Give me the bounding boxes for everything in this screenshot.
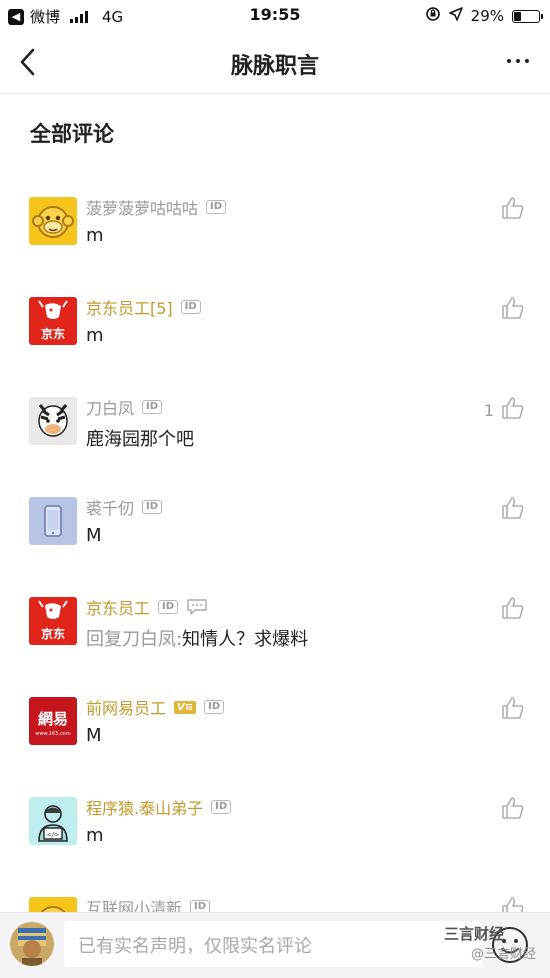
battery-percent: 29% bbox=[470, 7, 504, 25]
more-dot-icon bbox=[516, 59, 520, 63]
watermark-handle: @三言财经 bbox=[470, 947, 536, 962]
zebra-avatar[interactable] bbox=[29, 397, 77, 445]
comment-text: m bbox=[86, 225, 104, 246]
like-count: 1 bbox=[483, 400, 494, 420]
like-button[interactable] bbox=[500, 295, 526, 325]
comment-author[interactable]: 裘千仞 bbox=[86, 495, 134, 519]
comment-item[interactable]: </> 程序猿.泰山弟子 ID m bbox=[0, 780, 550, 880]
comment-header: 刀白凤 ID bbox=[86, 395, 163, 419]
rotation-lock-icon bbox=[425, 6, 441, 26]
jd-avatar[interactable]: 京东 bbox=[29, 297, 77, 345]
comment-list: 菠萝菠萝咕咕咕 ID m 京东 京东员工[5] ID m 刀白凤 ID 鹿海园那个吧 1 裘千仞 ID M… bbox=[0, 180, 550, 978]
comment-author[interactable]: 京东员工 bbox=[86, 595, 150, 619]
comment-body: 知情人？求爆料 bbox=[182, 629, 309, 650]
comment-input[interactable]: 已有实名声明，仅限实名评论 bbox=[64, 921, 482, 967]
comment-header: 裘千仞 ID bbox=[86, 495, 163, 519]
comment-header: 菠萝菠萝咕咕咕 ID bbox=[86, 195, 227, 219]
comment-author[interactable]: 京东员工[5] bbox=[86, 295, 173, 319]
svg-text:京东: 京东 bbox=[41, 326, 65, 341]
status-right: 29% bbox=[425, 6, 543, 26]
netease-avatar[interactable]: 網易 www.163.com bbox=[29, 697, 77, 745]
comment-body: M bbox=[86, 525, 102, 546]
more-dot-icon bbox=[507, 59, 511, 63]
monkey-avatar[interactable] bbox=[29, 197, 77, 245]
comment-body: 鹿海园那个吧 bbox=[86, 429, 194, 450]
svg-text:網易: 網易 bbox=[38, 710, 68, 728]
coder-avatar[interactable]: </> bbox=[29, 797, 77, 845]
bottom-bar: 已有实名声明，仅限实名评论 三言财经 @三言财经 bbox=[0, 912, 550, 978]
reply-prefix[interactable]: 回复刀白凤: bbox=[86, 629, 182, 650]
thumbs-up-icon bbox=[500, 695, 526, 725]
comment-item[interactable]: 京东 京东员工[5] ID m bbox=[0, 280, 550, 380]
comment-body: m bbox=[86, 325, 104, 346]
comment-text: M bbox=[86, 525, 102, 546]
comment-text: m bbox=[86, 825, 104, 846]
section-title: 全部评论 bbox=[30, 122, 114, 146]
comment-item[interactable]: 京东 京东员工 ID 回复刀白凤:知情人？求爆料 bbox=[0, 580, 550, 680]
comment-item[interactable]: 網易 www.163.com 前网易员工 V≡ ID M bbox=[0, 680, 550, 780]
comment-item[interactable]: 菠萝菠萝咕咕咕 ID m bbox=[0, 180, 550, 280]
watermark-brand: 三言财经 bbox=[443, 925, 504, 943]
comment-item[interactable]: 刀白凤 ID 鹿海园那个吧 1 bbox=[0, 380, 550, 480]
id-badge: ID bbox=[158, 600, 179, 614]
like-button[interactable] bbox=[500, 495, 526, 525]
comment-author[interactable]: 菠萝菠萝咕咕咕 bbox=[86, 195, 198, 219]
comment-text: M bbox=[86, 725, 102, 746]
id-badge: ID bbox=[180, 300, 201, 314]
status-bar: ◀ 微博 4G 19:55 29% bbox=[0, 0, 550, 32]
like-button[interactable] bbox=[500, 795, 526, 825]
location-arrow-icon bbox=[448, 7, 463, 25]
comment-body: m bbox=[86, 225, 104, 246]
like-button[interactable] bbox=[500, 595, 526, 625]
battery-icon bbox=[512, 9, 543, 23]
svg-text:京东: 京东 bbox=[41, 626, 65, 641]
thumbs-up-icon bbox=[500, 495, 526, 525]
thumbs-up-icon bbox=[500, 795, 526, 825]
thumbs-up-icon bbox=[500, 195, 526, 225]
like-button[interactable] bbox=[500, 195, 526, 225]
comment-body: m bbox=[86, 825, 104, 846]
id-badge: ID bbox=[206, 200, 227, 214]
id-badge: ID bbox=[142, 400, 163, 414]
thumbs-up-icon bbox=[500, 395, 526, 425]
verified-badge: V≡ bbox=[174, 700, 197, 714]
comment-author[interactable]: 程序猿.泰山弟子 bbox=[86, 795, 203, 819]
page-title: 脉脉职言 bbox=[230, 54, 319, 79]
comment-text: m bbox=[86, 325, 104, 346]
chat-bubble-icon bbox=[186, 599, 208, 615]
id-badge: ID bbox=[211, 800, 232, 814]
comment-header: 程序猿.泰山弟子 ID bbox=[86, 795, 232, 819]
like-button[interactable] bbox=[500, 695, 526, 725]
my-avatar[interactable] bbox=[10, 922, 54, 966]
comment-header: 京东员工 ID bbox=[86, 596, 208, 618]
svg-text:</>: </> bbox=[47, 831, 59, 839]
comment-text: 回复刀白凤:知情人？求爆料 bbox=[86, 625, 308, 651]
comment-header: 前网易员工 V≡ ID bbox=[86, 695, 225, 719]
like-button[interactable]: 1 bbox=[484, 395, 526, 425]
phone-avatar[interactable] bbox=[29, 497, 77, 545]
comment-item[interactable]: 裘千仞 ID M bbox=[0, 480, 550, 580]
comment-text: 鹿海园那个吧 bbox=[86, 425, 194, 451]
more-options-button[interactable] bbox=[498, 46, 538, 76]
jd-avatar[interactable]: 京东 bbox=[29, 597, 77, 645]
svg-text:www.163.com: www.163.com bbox=[35, 731, 70, 737]
thumbs-up-icon bbox=[500, 595, 526, 625]
nav-bar: 脉脉职言 bbox=[0, 32, 550, 94]
comment-body: M bbox=[86, 725, 102, 746]
comment-author[interactable]: 刀白凤 bbox=[86, 395, 134, 419]
more-dot-icon bbox=[525, 59, 529, 63]
thumbs-up-icon bbox=[500, 295, 526, 325]
comment-header: 京东员工[5] ID bbox=[86, 296, 201, 318]
id-badge: ID bbox=[142, 500, 163, 514]
id-badge: ID bbox=[204, 700, 225, 714]
comment-author[interactable]: 前网易员工 bbox=[86, 695, 166, 719]
